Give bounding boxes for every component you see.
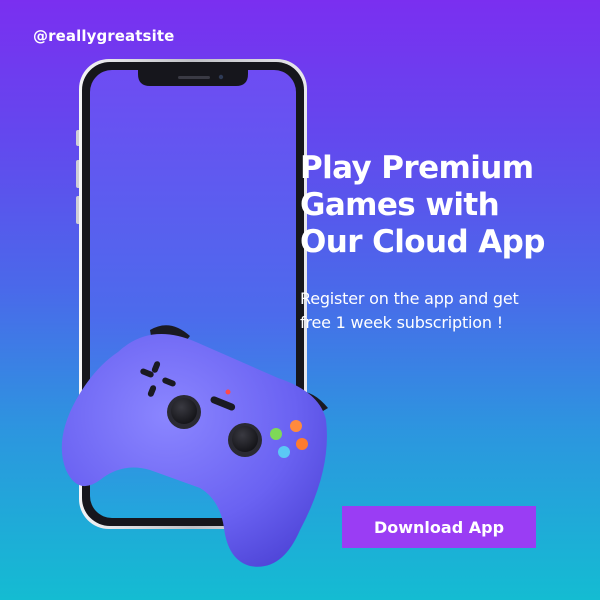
headline-line: Games with <box>300 187 500 223</box>
promo-canvas: @reallygreatsite Play Premium Games with… <box>0 0 600 600</box>
subtext-line: free 1 week subscription ! <box>300 313 503 332</box>
subtext: Register on the app and get free 1 week … <box>300 287 590 335</box>
headline-line: Play Premium <box>300 150 534 186</box>
download-app-button[interactable]: Download App <box>342 506 536 548</box>
subtext-line: Register on the app and get <box>300 289 519 308</box>
headline-line: Our Cloud App <box>300 224 545 260</box>
brand-handle: @reallygreatsite <box>33 27 175 45</box>
headline: Play Premium Games with Our Cloud App <box>300 150 590 261</box>
